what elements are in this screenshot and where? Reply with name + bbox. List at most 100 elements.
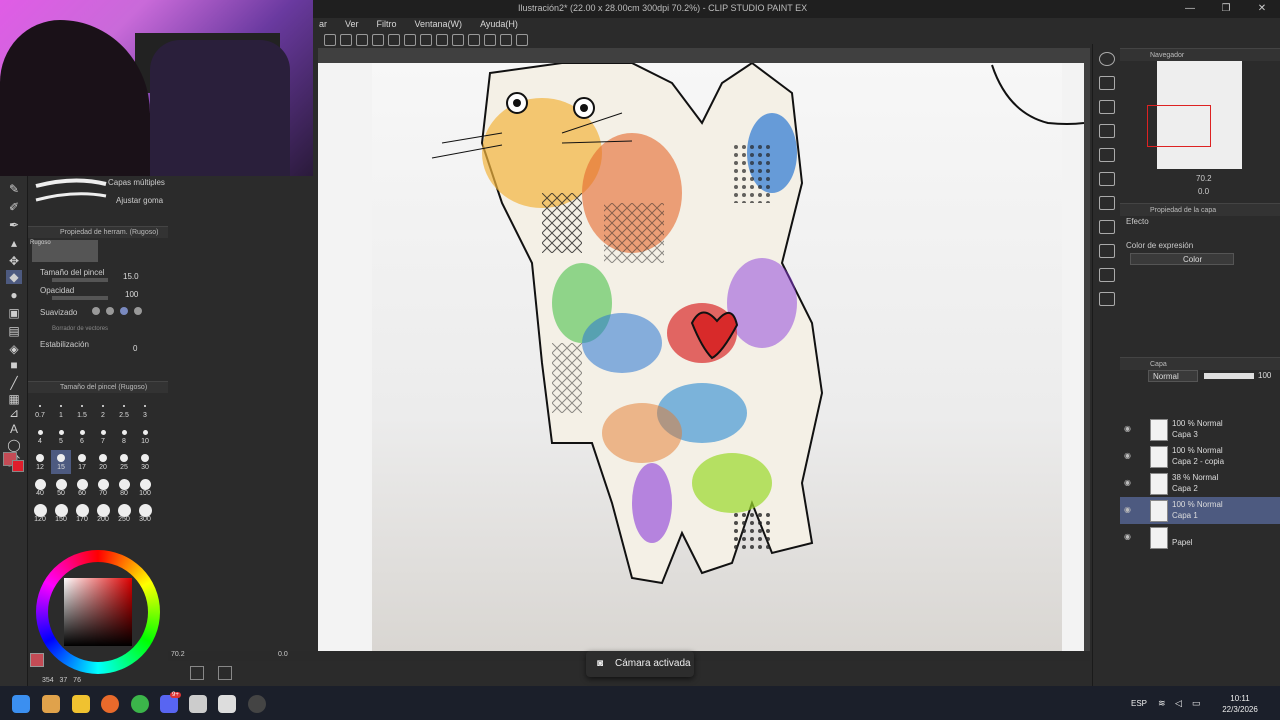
search-icon[interactable] — [1099, 52, 1115, 66]
sub-view-icon[interactable] — [1099, 220, 1115, 234]
layer-row[interactable]: ◉ 100 % Normal Capa 1 — [1120, 497, 1280, 524]
invert-selection-icon[interactable] — [372, 34, 384, 46]
redo-icon[interactable] — [484, 34, 496, 46]
menu-item-window[interactable]: Ventana(W) — [406, 16, 472, 32]
menu-item-edit[interactable]: ar — [310, 16, 336, 32]
clip-studio-icon[interactable] — [218, 695, 236, 713]
color-main-chip[interactable] — [30, 653, 44, 667]
navigator-view-rect[interactable] — [1147, 105, 1211, 147]
brush-size-cell[interactable]: 200 — [93, 502, 113, 526]
move-icon[interactable] — [324, 34, 336, 46]
expression-color-dropdown[interactable]: Color — [1130, 253, 1234, 265]
figure-tool-icon[interactable]: ▣ — [6, 306, 22, 320]
panel-tool-icon[interactable]: ▦ — [6, 392, 22, 406]
layer-row[interactable]: ◉ 38 % Normal Capa 2 — [1120, 470, 1280, 497]
pen-icon[interactable] — [404, 34, 416, 46]
sub-color-swatch[interactable] — [12, 460, 24, 472]
panel-icon[interactable] — [1099, 100, 1115, 114]
menu-item-help[interactable]: Ayuda(H) — [471, 16, 527, 32]
quick-access-icon[interactable] — [1099, 292, 1115, 306]
fill-tool-icon[interactable]: ◈ — [6, 342, 22, 356]
brush-size-cell[interactable]: 40 — [30, 476, 50, 500]
brush-size-cell[interactable]: 20 — [93, 450, 113, 474]
frame-tool-icon[interactable]: ▤ — [6, 324, 22, 338]
clipboard-icon[interactable] — [452, 34, 464, 46]
brush-size-cell[interactable]: 15 — [51, 450, 71, 474]
brush-size-cell[interactable]: 4 — [30, 424, 50, 448]
visibility-eye-icon[interactable]: ◉ — [1124, 451, 1131, 460]
smoothing-option-1[interactable] — [92, 307, 100, 315]
opacity-value[interactable]: 100 — [125, 290, 138, 299]
layer-opacity-slider[interactable] — [1204, 373, 1254, 379]
blend-tool-icon[interactable]: ● — [6, 288, 22, 302]
brush-size-cell[interactable]: 150 — [51, 502, 71, 526]
layer-opacity-value[interactable]: 100 — [1258, 371, 1271, 380]
brush-size-cell[interactable]: 1 — [51, 398, 71, 422]
airbrush-tool-icon[interactable]: ▴ — [6, 236, 22, 250]
smoothing-options[interactable] — [92, 306, 148, 316]
redo-alt-icon[interactable] — [516, 34, 528, 46]
move-tool-icon[interactable]: ✥ — [6, 254, 22, 268]
tray-clock[interactable]: 10:11 22/3/2026 — [1215, 693, 1265, 715]
pencil-tool-icon[interactable]: ✐ — [6, 200, 22, 214]
history-icon[interactable] — [1099, 196, 1115, 210]
layer-row[interactable]: ◉ 100 % Normal Capa 2 - copia — [1120, 443, 1280, 470]
item-bank-icon[interactable] — [1099, 244, 1115, 258]
layers-icon[interactable] — [1099, 148, 1115, 162]
visibility-eye-icon[interactable]: ◉ — [1124, 424, 1131, 433]
deselect-icon[interactable] — [356, 34, 368, 46]
brush-size-cell[interactable]: 25 — [114, 450, 134, 474]
view-mode-icon[interactable] — [190, 666, 204, 680]
close-x-icon[interactable] — [1099, 76, 1115, 90]
brush-size-cell[interactable]: 6 — [72, 424, 92, 448]
crop-icon[interactable] — [388, 34, 400, 46]
brush-size-cell[interactable]: 12 — [30, 450, 50, 474]
brush-size-cell[interactable]: 1.5 — [72, 398, 92, 422]
brush-size-cell[interactable]: 300 — [135, 502, 155, 526]
visibility-eye-icon[interactable]: ◉ — [1124, 478, 1131, 487]
line-tool-icon[interactable]: ╱ — [6, 376, 22, 390]
brush-size-cell[interactable]: 120 — [30, 502, 50, 526]
undo-alt-icon[interactable] — [500, 34, 512, 46]
opacity-slider[interactable] — [52, 296, 108, 300]
brush-size-value[interactable]: 15.0 — [123, 272, 139, 281]
eraser-tool-icon[interactable]: ◆ — [6, 270, 22, 284]
layer-row[interactable]: ◉ 100 % Normal Capa 3 — [1120, 416, 1280, 443]
app-icon[interactable] — [189, 695, 207, 713]
brush-size-cell[interactable]: 250 — [114, 502, 134, 526]
brush-size-cell[interactable]: 0.7 — [30, 398, 50, 422]
pen-tool-icon[interactable]: ✎ — [6, 182, 22, 196]
status-angle[interactable]: 0.0 — [278, 651, 288, 658]
battery-icon[interactable]: ▭ — [1192, 698, 1201, 709]
pen-line-icon[interactable] — [436, 34, 448, 46]
material-icon[interactable] — [1099, 172, 1115, 186]
tray-language[interactable]: ESP — [1131, 699, 1147, 708]
copilot-icon[interactable] — [42, 695, 60, 713]
navigator-angle[interactable]: 0.0 — [1198, 187, 1209, 196]
layer-row[interactable]: ◉ Papel — [1120, 524, 1280, 551]
brush-size-cell[interactable]: 80 — [114, 476, 134, 500]
blend-mode-dropdown[interactable]: Normal — [1148, 370, 1198, 382]
obs-icon[interactable] — [248, 695, 266, 713]
subtool-adjust-eraser[interactable]: Ajustar goma — [116, 196, 163, 205]
brush-size-cell[interactable]: 70 — [93, 476, 113, 500]
brush-size-cell[interactable]: 50 — [51, 476, 71, 500]
select-all-icon[interactable] — [340, 34, 352, 46]
navigator-zoom[interactable]: 70.2 — [1196, 174, 1212, 183]
balloon-tool-icon[interactable]: ◯ — [6, 438, 22, 452]
brush-size-slider[interactable] — [52, 278, 108, 282]
chrome-icon[interactable] — [131, 695, 149, 713]
subtool-multi-layers[interactable]: Capas múltiples — [108, 178, 165, 187]
brush-size-cell[interactable]: 2.5 — [114, 398, 134, 422]
text-tool-icon[interactable]: A — [6, 422, 22, 436]
undo-icon[interactable] — [468, 34, 480, 46]
smoothing-option-2[interactable] — [106, 307, 114, 315]
gradient-tool-icon[interactable]: ■ — [6, 358, 22, 372]
brush-size-cell[interactable]: 60 — [72, 476, 92, 500]
saturation-value-square[interactable] — [64, 578, 132, 646]
brush-size-cell[interactable]: 7 — [93, 424, 113, 448]
stabilization-value[interactable]: 0 — [133, 344, 137, 353]
visibility-eye-icon[interactable]: ◉ — [1124, 505, 1131, 514]
status-zoom[interactable]: 70.2 — [171, 651, 185, 658]
pen-alt-icon[interactable] — [420, 34, 432, 46]
